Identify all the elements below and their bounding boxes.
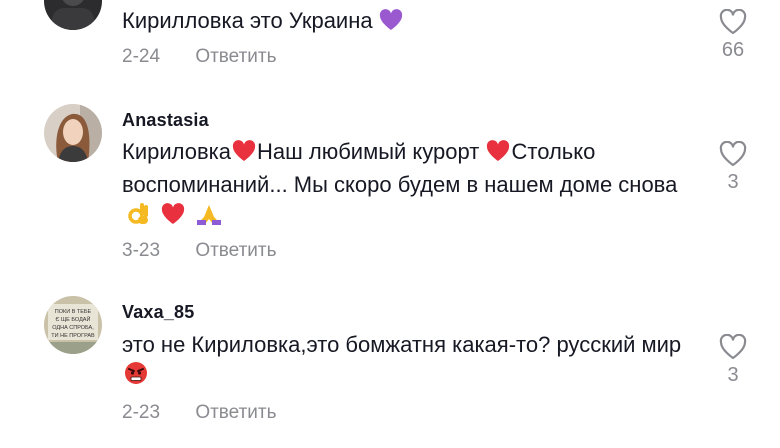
avatar-image (44, 104, 102, 162)
heart-outline-icon (719, 141, 747, 167)
red-heart-icon (160, 203, 186, 233)
avatar-image: ПОКИ В ТЕБЕ Є ЩЕ БОДАЙ ОДНА СПРОБА, ТИ Н… (44, 296, 102, 354)
svg-text:Є ЩЕ БОДАЙ: Є ЩЕ БОДАЙ (56, 315, 91, 323)
comment-meta: 2-23 Ответить (122, 402, 277, 424)
comment-text: это не Кириловка,это бомжатня какая-то? … (122, 330, 692, 393)
comment-text: Кирилловка это Украина (122, 6, 692, 39)
comment-text: Кириловка Наш любимый курорт Столько восп… (122, 137, 692, 233)
angry-face-icon (124, 361, 148, 393)
svg-text:ПОКИ В ТЕБЕ: ПОКИ В ТЕБЕ (55, 309, 92, 315)
praying-hands-icon (196, 203, 222, 233)
purple-heart-icon (379, 9, 403, 39)
svg-text:ОДНА СПРОБА,: ОДНА СПРОБА, (52, 325, 94, 331)
like-count: 66 (721, 39, 745, 61)
svg-text:ТИ НЕ ПРОГРАВ: ТИ НЕ ПРОГРАВ (51, 333, 95, 339)
reply-button[interactable]: Ответить (195, 240, 276, 261)
like-count: 3 (727, 364, 739, 386)
red-heart-icon (485, 140, 511, 170)
avatar-image (44, 0, 102, 30)
avatar[interactable] (44, 104, 102, 162)
comment-username[interactable]: Vaxa_85 (122, 302, 194, 323)
comment-meta: 3-23 Ответить (122, 240, 277, 262)
heart-outline-icon (719, 334, 747, 360)
heart-outline-icon (719, 9, 747, 35)
comment-item: Anastasia Кириловка Наш любимый курорт Ст… (0, 96, 780, 271)
comment-item: Кирилловка это Украина 2-24 Ответить 66 (0, 0, 780, 80)
comment-date: 2-23 (122, 402, 161, 423)
avatar[interactable]: ПОКИ В ТЕБЕ Є ЩЕ БОДАЙ ОДНА СПРОБА, ТИ Н… (44, 296, 102, 354)
comment-meta: 2-24 Ответить (122, 46, 277, 68)
comment-date: 2-24 (122, 46, 161, 67)
ok-hand-icon (128, 201, 150, 233)
comment-date: 3-23 (122, 240, 161, 261)
reply-button[interactable]: Ответить (195, 402, 276, 423)
like-button[interactable]: 3 (712, 334, 754, 387)
like-button[interactable]: 3 (712, 141, 754, 194)
reply-button[interactable]: Ответить (195, 46, 276, 67)
like-count: 3 (727, 171, 739, 193)
like-button[interactable]: 66 (712, 9, 754, 62)
comment-item: ПОКИ В ТЕБЕ Є ЩЕ БОДАЙ ОДНА СПРОБА, ТИ Н… (0, 290, 780, 445)
avatar[interactable] (44, 0, 102, 30)
comment-username[interactable]: Anastasia (122, 110, 209, 131)
red-heart-icon (231, 140, 257, 170)
